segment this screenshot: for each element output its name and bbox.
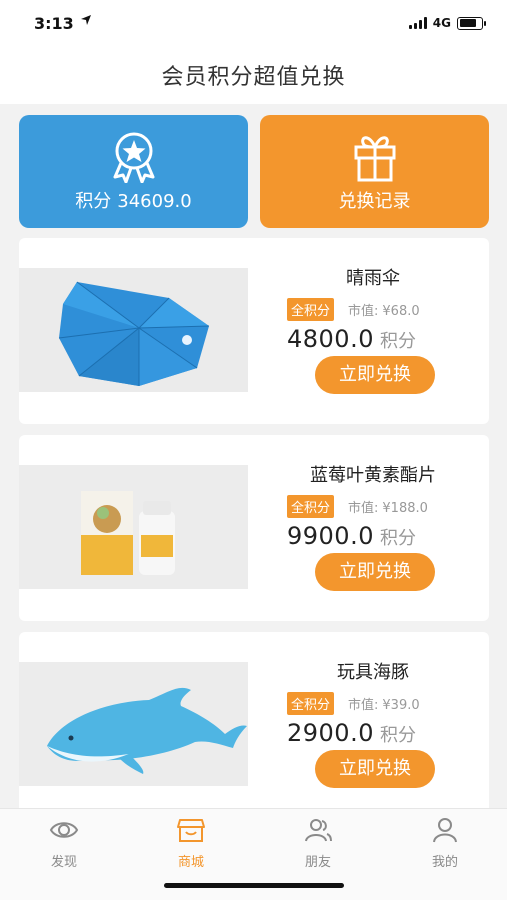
redeem-button[interactable]: 立即兑换 (315, 356, 435, 394)
product-card-dolphin[interactable]: 玩具海豚 全积分 市值: ¥39.0 2900.0 积分 立即兑换 (19, 632, 489, 818)
tab-label: 发现 (50, 855, 77, 870)
market-price: ¥39.0 (382, 698, 420, 713)
market-value: 市值: ¥188.0 (348, 497, 428, 516)
points-price: 2900.0 (287, 719, 374, 747)
market-label: 市值: (348, 698, 379, 713)
tab-profile[interactable]: 我的 (405, 817, 485, 870)
full-points-tag: 全积分 (287, 298, 335, 321)
product-image-lutein (19, 465, 248, 589)
signal-icon (408, 17, 427, 29)
market-value: 市值: ¥39.0 (348, 694, 420, 713)
points-label: 积分 34609.0 (19, 187, 248, 213)
points-unit: 积分 (379, 725, 416, 746)
points-card[interactable]: 积分 34609.0 (19, 115, 248, 228)
product-name: 晴雨伞 (346, 268, 400, 289)
exchange-records-card[interactable]: 兑换记录 (260, 115, 489, 228)
market-value: 市值: ¥68.0 (348, 300, 420, 319)
tab-label: 我的 (431, 855, 458, 870)
points-value: 34609.0 (117, 191, 192, 212)
page-header: 会员积分超值兑换 (0, 52, 507, 104)
points-unit: 积分 (379, 528, 416, 549)
market-label: 市值: (348, 501, 379, 516)
points-price: 4800.0 (287, 325, 374, 353)
product-name: 玩具海豚 (337, 662, 409, 683)
product-info: 蓝莓叶黄素酯片 全积分 市值: ¥188.0 9900.0 积分 (287, 461, 467, 550)
status-bar: 3:13 4G (0, 0, 507, 52)
status-time: 3:13 (34, 14, 74, 33)
records-label: 兑换记录 (338, 191, 411, 212)
gift-icon (354, 136, 395, 182)
tab-friends[interactable]: 朋友 (278, 817, 358, 870)
full-points-tag: 全积分 (287, 495, 335, 518)
product-card-umbrella[interactable]: 晴雨伞 全积分 市值: ¥68.0 4800.0 积分 立即兑换 (19, 238, 489, 424)
market-price: ¥188.0 (382, 501, 428, 516)
status-indicators: 4G (408, 16, 486, 30)
network-label: 4G (432, 16, 451, 30)
points-unit: 积分 (379, 331, 416, 352)
redeem-button[interactable]: 立即兑换 (315, 750, 435, 788)
eye-icon (49, 822, 79, 838)
tab-label: 商城 (177, 855, 204, 870)
tab-discover[interactable]: 发现 (24, 817, 104, 870)
battery-icon (457, 16, 486, 30)
page-title: 会员积分超值兑换 (161, 65, 346, 90)
location-arrow-icon (81, 15, 91, 25)
product-card-lutein[interactable]: 蓝莓叶黄素酯片 全积分 市值: ¥188.0 9900.0 积分 立即兑换 (19, 435, 489, 621)
redeem-button[interactable]: 立即兑换 (315, 553, 435, 591)
product-image-dolphin (19, 662, 248, 786)
points-price: 9900.0 (287, 522, 374, 550)
product-image-umbrella (19, 268, 248, 392)
market-label: 市值: (348, 304, 379, 319)
market-price: ¥68.0 (382, 304, 420, 319)
home-indicator (164, 883, 344, 888)
medal-icon (113, 132, 154, 183)
product-name: 蓝莓叶黄素酯片 (310, 465, 436, 486)
shop-icon (177, 819, 205, 842)
product-info: 玩具海豚 全积分 市值: ¥39.0 2900.0 积分 (287, 658, 467, 747)
points-label-text: 积分 (75, 191, 112, 212)
tab-label: 朋友 (304, 855, 331, 870)
profile-icon (433, 818, 457, 843)
tab-mall[interactable]: 商城 (151, 817, 231, 870)
product-info: 晴雨伞 全积分 市值: ¥68.0 4800.0 积分 (287, 264, 467, 353)
full-points-tag: 全积分 (287, 692, 335, 715)
friends-icon (305, 819, 332, 842)
